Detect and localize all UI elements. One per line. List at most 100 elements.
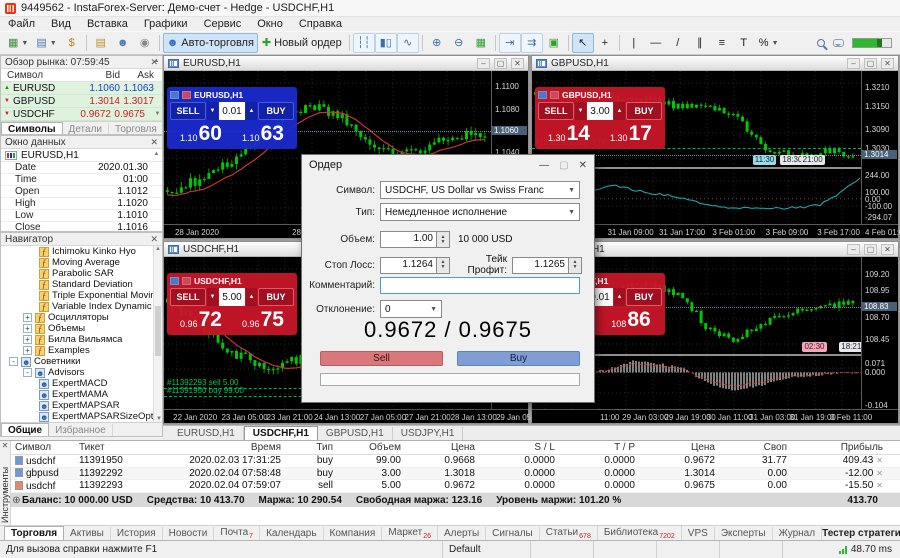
menu-item-4[interactable]: Сервис xyxy=(196,17,250,31)
maximize-icon[interactable]: ▢ xyxy=(864,244,877,255)
close-icon[interactable]: ✕ xyxy=(579,160,587,171)
volume-down-icon[interactable]: ▼ xyxy=(207,102,218,120)
search-icon[interactable] xyxy=(817,39,825,47)
toolbox-tab-компания[interactable]: Компания xyxy=(324,527,383,540)
minimize-icon[interactable]: – xyxy=(477,58,490,69)
cursor-button[interactable]: ↖ xyxy=(572,33,594,53)
shapes-button[interactable]: %▼ xyxy=(755,33,783,53)
navigator-item[interactable]: ƒVariable Index Dynamic A xyxy=(1,301,162,312)
menu-item-6[interactable]: Справка xyxy=(291,17,350,31)
market-watch-row[interactable]: ▼USDCHF0.96720.9675▼ xyxy=(1,108,162,121)
navigator-scrollbar[interactable]: ▲▼ xyxy=(153,246,162,422)
close-position-icon[interactable]: ✕ xyxy=(876,469,883,478)
menu-item-1[interactable]: Вид xyxy=(43,17,79,31)
toolbox-tab-календарь[interactable]: Календарь xyxy=(260,527,323,540)
price-axis[interactable]: 1.32101.31501.30901.30301.3014244.00100.… xyxy=(861,71,898,224)
navigator-item[interactable]: ƒMoving Average xyxy=(1,257,162,268)
expand-icon[interactable]: + xyxy=(23,335,32,344)
symbols-button[interactable]: ▤ xyxy=(90,33,112,53)
new-chart-button[interactable]: ▦▼ xyxy=(4,33,32,53)
maximize-icon[interactable]: ▢ xyxy=(494,58,507,69)
panel-volume-input[interactable]: 5.00 xyxy=(219,288,245,306)
zoom-in-button[interactable]: ⊕ xyxy=(426,33,448,53)
navigator-item[interactable]: -☻Советники xyxy=(1,356,162,367)
navigator-item[interactable]: +ƒОсцилляторы xyxy=(1,312,162,323)
shift-end-button[interactable]: ⇥ xyxy=(499,33,521,53)
table-column-header[interactable]: Время xyxy=(155,442,285,453)
navigator-item[interactable]: +ƒОбъемы xyxy=(1,323,162,334)
chart-tab-usdjpy-h1[interactable]: USDJPY,H1 xyxy=(393,427,464,440)
new-order-button[interactable]: ✚Новый ордер xyxy=(258,33,346,53)
close-icon[interactable]: ✕ xyxy=(881,58,894,69)
zoom-out-button[interactable]: ⊖ xyxy=(448,33,470,53)
deviation-select[interactable]: 0 ▼ xyxy=(380,300,442,318)
panel-sell-price[interactable]: 1.3014 xyxy=(538,120,600,146)
panel-buy-price[interactable]: 10886 xyxy=(600,306,662,332)
navigator-item[interactable]: +ƒБилла Вильямса xyxy=(1,334,162,345)
position-row[interactable]: usdchf113919502020.02.03 17:31:25buy99.0… xyxy=(11,455,900,468)
toolbox-tab-сигналы[interactable]: Сигналы xyxy=(486,527,540,540)
collapse-icon[interactable]: - xyxy=(9,357,18,366)
volume-stepper[interactable]: 1.00 ▲▼ xyxy=(380,231,450,248)
market-watch-tab-0[interactable]: Символы xyxy=(1,122,63,135)
expand-icon[interactable]: + xyxy=(23,313,32,322)
close-position-icon[interactable]: ✕ xyxy=(876,456,883,465)
maximize-icon[interactable]: ▢ xyxy=(864,58,877,69)
scroll-down-icon[interactable]: ▼ xyxy=(153,110,162,119)
menu-item-0[interactable]: Файл xyxy=(0,17,43,31)
navigator-item[interactable]: ƒParabolic SAR xyxy=(1,268,162,279)
menu-item-3[interactable]: Графики xyxy=(136,17,196,31)
panel-buy-button[interactable]: BUY xyxy=(258,102,294,120)
autotrade-button[interactable]: ☻Авто-торговля xyxy=(163,33,258,53)
toolbox-tab-эксперты[interactable]: Эксперты xyxy=(715,527,773,540)
toolbox-tab-маркет[interactable]: Маркет26 xyxy=(382,526,438,541)
toolbox-tab-история[interactable]: История xyxy=(111,527,163,540)
close-icon[interactable]: ✕ xyxy=(511,58,524,69)
tile-windows-button[interactable]: ▦ xyxy=(470,33,492,53)
table-column-header[interactable]: Тикет xyxy=(75,442,155,453)
toolbox-tab-статьи[interactable]: Статьи678 xyxy=(540,526,598,541)
expand-icon[interactable]: + xyxy=(23,324,32,333)
table-column-header[interactable]: Цена xyxy=(639,442,719,453)
market-watch-row[interactable]: ▼GBPUSD1.30141.3017 xyxy=(1,95,162,108)
panel-sell-button[interactable]: SELL xyxy=(170,102,206,120)
docking-button[interactable]: ▣ xyxy=(543,33,565,53)
volume-up-icon[interactable]: ▲ xyxy=(246,102,257,120)
take-profit-value[interactable]: 1.1265 xyxy=(512,257,569,274)
expand-icon[interactable]: ⊕ xyxy=(11,495,22,506)
toolbox-tab-vps[interactable]: VPS xyxy=(682,527,715,540)
menu-item-5[interactable]: Окно xyxy=(249,17,291,31)
profiles-button[interactable]: ▤▼ xyxy=(32,33,60,53)
table-column-header[interactable]: Тип xyxy=(285,442,337,453)
connection-status[interactable]: 48.70 ms xyxy=(831,544,900,555)
navigator-item[interactable]: ☻ExpertMAMA xyxy=(1,389,162,400)
status-profile[interactable]: Default xyxy=(443,541,531,558)
fibonacci-button[interactable]: ≡ xyxy=(711,33,733,53)
navigator-item[interactable]: ☻ExpertMAPSARSizeOptim xyxy=(1,411,162,422)
horizontal-line-button[interactable]: — xyxy=(645,33,667,53)
panel-buy-button[interactable]: BUY xyxy=(626,288,662,306)
price-axis[interactable]: 109.20108.95108.70108.45108.830.0710.000… xyxy=(861,257,898,409)
menu-item-2[interactable]: Вставка xyxy=(79,17,136,31)
symbol-select[interactable]: USDCHF, US Dollar vs Swiss Franc ▼ xyxy=(380,181,580,199)
accounts-button[interactable]: $ xyxy=(61,33,83,53)
time-axis[interactable]: 22 Jan 202023 Jan 05:0023 Jan 21:0024 Ja… xyxy=(164,409,528,423)
col-ask[interactable]: Ask xyxy=(120,70,162,81)
col-bid[interactable]: Bid xyxy=(75,70,120,81)
panel-sell-button[interactable]: SELL xyxy=(170,288,206,306)
chart-window-titlebar[interactable]: GBPUSD,H1–▢✕ xyxy=(532,56,898,71)
stepper-arrows-icon[interactable]: ▲▼ xyxy=(437,231,450,248)
scroll-up-icon[interactable]: ▲ xyxy=(152,150,161,159)
toolbox-tab-алерты[interactable]: Алерты xyxy=(438,527,486,540)
comment-input[interactable] xyxy=(380,277,580,294)
navigator-item[interactable]: ƒStandard Deviation xyxy=(1,279,162,290)
chart-main-pane[interactable]: #11392292 buy 3.0011:3018:3021:00GBPUSD,… xyxy=(532,71,861,167)
position-row[interactable]: usdchf113922932020.02.04 07:59:07sell5.0… xyxy=(11,480,900,493)
panel-buy-button[interactable]: BUY xyxy=(626,102,662,120)
table-column-header[interactable]: Объем xyxy=(337,442,405,453)
close-position-icon[interactable]: ✕ xyxy=(876,481,883,490)
close-icon[interactable]: ✕ xyxy=(150,235,158,244)
volume-up-icon[interactable]: ▲ xyxy=(246,288,257,306)
navigator-item[interactable]: +ƒExamples xyxy=(1,345,162,356)
panel-sell-price[interactable]: 1.1060 xyxy=(170,120,232,146)
